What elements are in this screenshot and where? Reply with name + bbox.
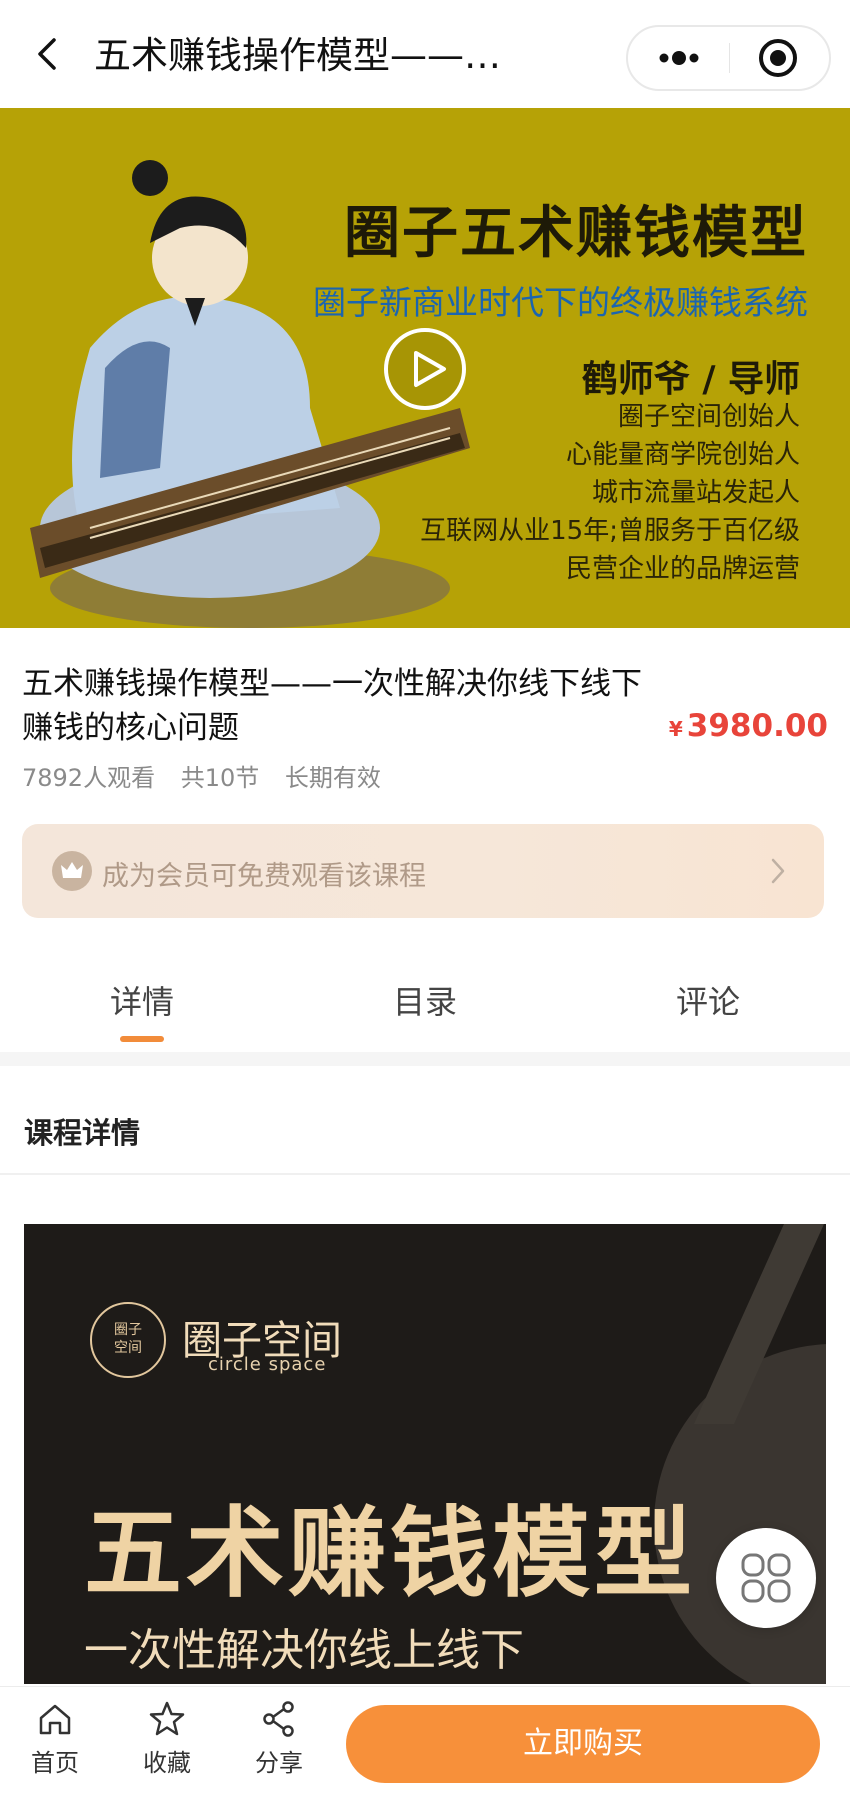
tab-comments[interactable]: 评论 <box>566 960 850 1044</box>
decorative-stripe <box>694 1224 824 1424</box>
bio-line: 民营企业的品牌运营 <box>565 554 800 584</box>
poster-subtitle: 一次性解决你线上线下 <box>84 1625 524 1676</box>
member-banner-text: 成为会员可免费观看该课程 <box>102 861 426 892</box>
floating-menu-button[interactable] <box>716 1528 816 1628</box>
circle-space-logo: 圈子 空间 <box>90 1302 166 1378</box>
back-button[interactable] <box>28 34 68 74</box>
view-count: 7892人观看 <box>22 764 156 792</box>
course-detail-poster: 圈子 空间 圈子空间 circle space 五术赚钱模型 一次性解决你线上线… <box>24 1224 826 1684</box>
section-gap <box>0 1052 850 1066</box>
tab-catalog[interactable]: 目录 <box>283 960 567 1044</box>
chevron-right-icon <box>771 858 785 884</box>
play-icon <box>384 328 466 410</box>
chevron-left-icon <box>38 38 56 70</box>
grid-menu-icon <box>741 1553 791 1603</box>
favorite-label: 收藏 <box>143 1749 191 1777</box>
hero-teacher: 鹤师爷 / 导师 <box>581 359 800 400</box>
share-icon <box>263 1701 294 1737</box>
top-nav-bar: 五术赚钱操作模型——… <box>0 0 850 108</box>
price-value: 3980.00 <box>686 708 828 744</box>
home-icon <box>39 1704 71 1735</box>
more-button[interactable] <box>628 27 729 89</box>
content-tabs: 详情 目录 评论 <box>0 960 850 1050</box>
buy-now-button[interactable]: 立即购买 <box>346 1705 820 1783</box>
hero-title: 圈子五术赚钱模型 <box>344 201 808 266</box>
tab-details[interactable]: 详情 <box>0 960 284 1044</box>
more-dots-icon <box>659 51 699 65</box>
course-title: 五术赚钱操作模型——一次性解决你线下线下赚钱的核心问题 <box>22 666 642 746</box>
poster-brand-en: circle space <box>208 1354 327 1375</box>
validity: 长期有效 <box>284 764 381 792</box>
close-mini-program-button[interactable] <box>730 27 831 89</box>
home-button[interactable]: 首页 <box>10 1699 100 1778</box>
poster-title: 五术赚钱模型 <box>84 1497 697 1611</box>
crown-icon <box>52 851 92 891</box>
bio-line: 互联网从业15年;曾服务于百亿级 <box>420 516 800 546</box>
member-banner[interactable]: 成为会员可免费观看该课程 <box>22 824 824 918</box>
hero-subtitle: 圈子新商业时代下的终极赚钱系统 <box>313 283 808 322</box>
page-title: 五术赚钱操作模型——… <box>94 34 501 77</box>
hero-video-banner[interactable]: 圈子五术赚钱模型 圈子新商业时代下的终极赚钱系统 鹤师爷 / 导师 圈子空间创始… <box>0 108 850 628</box>
lesson-count: 共10节 <box>180 764 260 792</box>
course-price: ¥3980.00 <box>669 708 828 744</box>
share-button[interactable]: 分享 <box>234 1699 324 1778</box>
favorite-button[interactable]: 收藏 <box>122 1699 212 1778</box>
section-title: 课程详情 <box>24 1116 141 1150</box>
target-close-icon <box>759 39 797 77</box>
course-meta: 7892人观看 共10节 长期有效 <box>22 758 399 793</box>
bottom-action-bar: 首页 收藏 分享 立即购买 <box>0 1686 850 1799</box>
divider <box>0 1173 850 1175</box>
bio-line: 圈子空间创始人 <box>617 402 800 432</box>
hero-teacher-bio: 圈子空间创始人 心能量商学院创始人 城市流量站发起人 互联网从业15年;曾服务于… <box>420 398 800 588</box>
mini-program-capsule <box>626 25 831 91</box>
price-symbol: ¥ <box>668 717 683 741</box>
play-button[interactable] <box>382 326 468 412</box>
active-tab-indicator <box>120 1036 164 1042</box>
svg-text:空间: 空间 <box>114 1340 142 1356</box>
svg-text:圈子: 圈子 <box>114 1322 142 1338</box>
bio-line: 心能量商学院创始人 <box>565 440 800 470</box>
share-label: 分享 <box>255 1749 303 1777</box>
star-icon <box>149 1701 185 1736</box>
bio-line: 城市流量站发起人 <box>591 478 800 508</box>
home-label: 首页 <box>31 1749 79 1777</box>
